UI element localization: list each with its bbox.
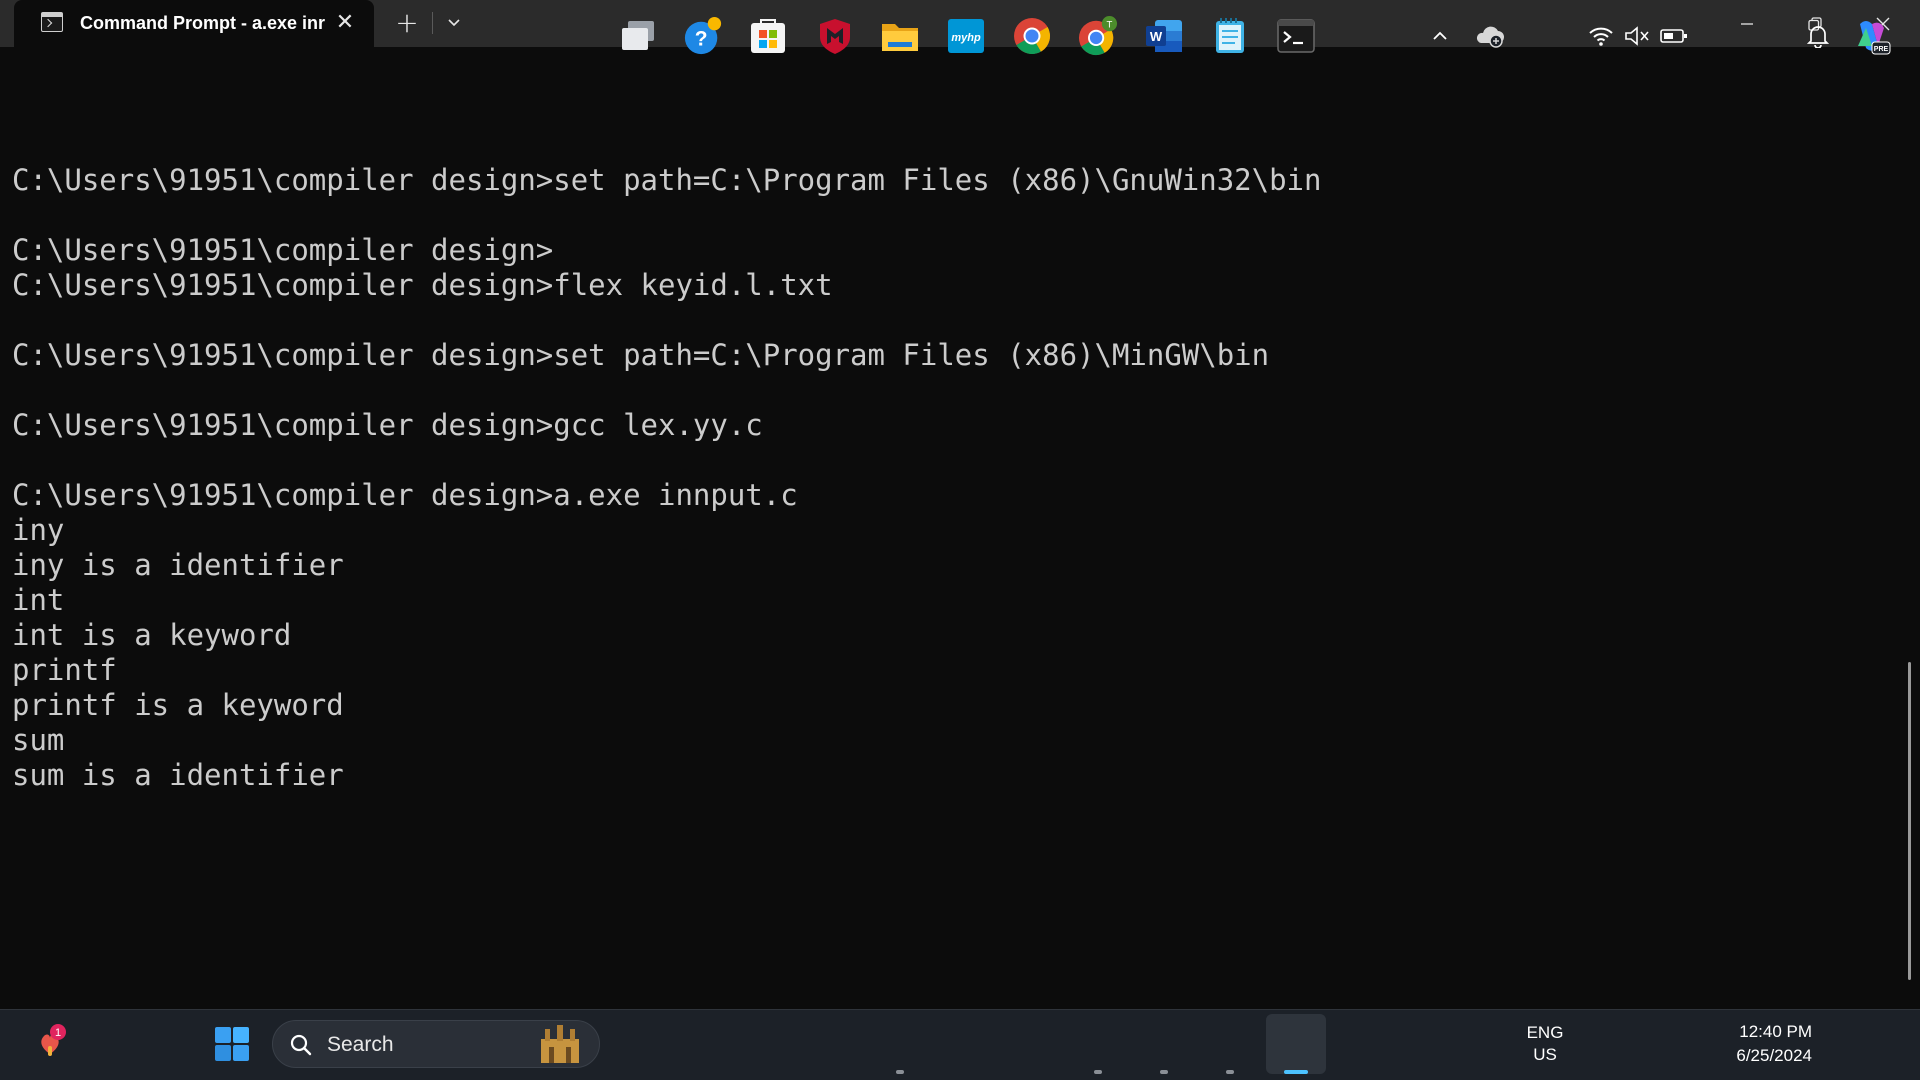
word-label: W — [1150, 29, 1163, 44]
minimize-button[interactable] — [1714, 0, 1780, 47]
file-explorer-button[interactable] — [880, 16, 920, 56]
tab-command-prompt[interactable]: Command Prompt - a.exe inr ✕ — [14, 0, 374, 47]
wifi-icon — [1589, 27, 1613, 46]
copilot-badge: PRE — [1874, 46, 1889, 53]
notification-badge: 1 — [55, 1027, 61, 1039]
clock-time: 12:40 PM — [1739, 1022, 1812, 1041]
chrome-profile-button[interactable]: T — [1078, 16, 1118, 56]
tab-close-button[interactable]: ✕ — [332, 10, 358, 36]
copilot-icon: PRE — [1858, 21, 1891, 55]
chrome-profile-badge: T — [1107, 19, 1113, 30]
battery-icon — [1660, 29, 1687, 43]
mcafee-icon — [820, 19, 850, 54]
wifi-button[interactable] — [1584, 16, 1618, 56]
volume-muted-icon — [1625, 26, 1649, 46]
clock[interactable]: 12:40 PM 6/25/2024 — [1702, 1020, 1812, 1068]
onedrive-icon — [1476, 26, 1504, 48]
myhp-label: myhp — [951, 32, 981, 44]
widgets-button[interactable]: 1 — [30, 1022, 70, 1062]
terminal-line: C:\Users\91951\compiler design>flex keyi… — [12, 268, 833, 302]
widgets-icon: 1 — [41, 1024, 66, 1056]
terminal-line: iny is a identifier — [12, 548, 344, 582]
microsoft-store-button[interactable] — [748, 16, 788, 56]
terminal-button[interactable] — [1276, 16, 1316, 56]
help-icon: ? — [684, 16, 722, 55]
terminal-line: C:\Users\91951\compiler design> — [12, 233, 554, 267]
notepad-icon — [1216, 18, 1244, 53]
cmd-icon — [41, 12, 63, 32]
battery-button[interactable] — [1656, 16, 1692, 56]
file-explorer-icon — [882, 24, 918, 51]
new-tab-button[interactable]: + — [394, 8, 420, 38]
chrome-profile-icon: T — [1078, 16, 1118, 56]
chevron-up-icon — [1433, 31, 1447, 40]
word-running-indicator — [1160, 1070, 1168, 1074]
terminal-icon — [1277, 19, 1315, 53]
word-button[interactable]: W — [1144, 16, 1184, 56]
terminal-taskbar-active-bg — [1266, 1014, 1326, 1074]
taskbar-search[interactable]: Search — [272, 1020, 600, 1068]
mcafee-button[interactable] — [815, 16, 855, 56]
copilot-button[interactable]: PRE — [1852, 16, 1892, 56]
terminal-output[interactable]: C:\Users\91951\compiler design>set path=… — [0, 47, 1920, 1009]
show-hidden-icons-button[interactable] — [1422, 16, 1458, 56]
terminal-line: C:\Users\91951\compiler design>set path=… — [12, 163, 1322, 197]
volume-button[interactable] — [1620, 16, 1654, 56]
terminal-line: int — [12, 583, 65, 617]
bell-icon — [1807, 26, 1829, 48]
minimize-icon — [1741, 22, 1753, 25]
language-line-1: ENG — [1526, 1023, 1564, 1042]
explorer-running-indicator — [896, 1070, 904, 1074]
notepad-button[interactable] — [1210, 16, 1250, 56]
svg-text:?: ? — [695, 28, 708, 51]
terminal-scrollbar[interactable] — [1908, 662, 1911, 980]
search-placeholder: Search — [327, 1033, 394, 1056]
word-icon: W — [1146, 20, 1182, 52]
chevron-down-icon — [448, 19, 460, 27]
search-icon — [290, 1034, 312, 1056]
store-icon — [751, 19, 785, 53]
myhp-button[interactable]: myhp — [946, 16, 986, 56]
task-view-icon — [622, 21, 654, 50]
language-indicator[interactable]: ENG US — [1520, 1022, 1570, 1066]
start-icon — [215, 1027, 249, 1061]
notepad-running-indicator — [1226, 1070, 1234, 1074]
terminal-line: sum is a identifier — [12, 758, 344, 792]
tab-title: Command Prompt - a.exe inr — [80, 13, 326, 33]
notifications-button[interactable] — [1800, 16, 1836, 56]
chrome-icon — [1014, 18, 1051, 55]
chrome-running-indicator — [1094, 1070, 1102, 1074]
task-view-button[interactable] — [618, 16, 658, 56]
search-highlight-icon — [541, 1025, 579, 1063]
terminal-line: sum — [12, 723, 65, 757]
terminal-line: iny — [12, 513, 65, 547]
terminal-line: C:\Users\91951\compiler design>gcc lex.y… — [12, 408, 763, 442]
tab-dropdown-button[interactable] — [444, 12, 464, 32]
onedrive-button[interactable] — [1470, 16, 1510, 56]
terminal-active-indicator — [1284, 1070, 1308, 1074]
terminal-line: C:\Users\91951\compiler design>a.exe inn… — [12, 478, 798, 512]
terminal-line: C:\Users\91951\compiler design>set path=… — [12, 338, 1270, 372]
language-line-2: US — [1533, 1045, 1557, 1064]
terminal-line: printf is a keyword — [12, 688, 344, 722]
terminal-line: int is a keyword — [12, 618, 292, 652]
clock-date: 6/25/2024 — [1736, 1046, 1812, 1065]
chrome-button[interactable] — [1012, 16, 1052, 56]
get-help-button[interactable]: ? — [683, 16, 723, 56]
tab-divider — [432, 12, 433, 34]
start-button[interactable] — [212, 1024, 252, 1064]
myhp-icon: myhp — [948, 19, 984, 53]
terminal-line: printf — [12, 653, 117, 687]
